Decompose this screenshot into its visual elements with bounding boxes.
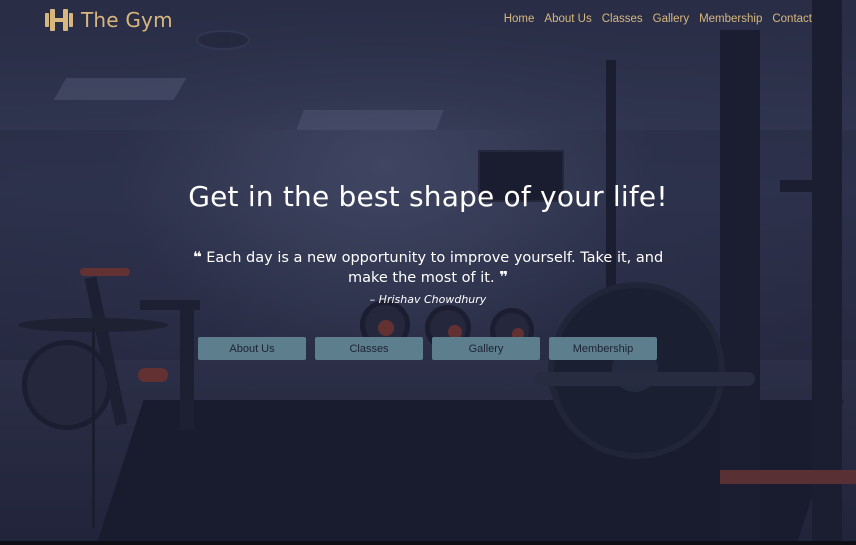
hero-button-row: About Us Classes Gallery Membership [198, 337, 657, 360]
brand-name: The Gym [81, 8, 173, 32]
nav-contact-link[interactable]: Contact [772, 13, 812, 25]
membership-button[interactable]: Membership [549, 337, 657, 360]
quote-author-name: – Hrishav Chowdhury [369, 293, 487, 306]
quote-text: Each day is a new opportunity to improve… [206, 250, 664, 286]
dumbbell-icon [45, 9, 73, 31]
site-header: The Gym Home About Us Classes Gallery Me… [0, 0, 856, 42]
nav-membership-link[interactable]: Membership [699, 13, 762, 25]
gym-homepage: The Gym Home About Us Classes Gallery Me… [0, 0, 856, 545]
brand-logo[interactable]: The Gym [44, 7, 173, 33]
quote-author: – Hrishav Chowdhury [0, 293, 856, 306]
hero-quote: ❝ Each day is a new opportunity to impro… [178, 248, 678, 288]
nav-home-link[interactable]: Home [504, 13, 535, 25]
quote-open-icon: ❝ [192, 248, 202, 266]
about-us-button[interactable]: About Us [198, 337, 306, 360]
main-nav: Home About Us Classes Gallery Membership… [504, 13, 812, 25]
nav-gallery-link[interactable]: Gallery [653, 13, 689, 25]
quote-close-icon: ❞ [499, 268, 508, 286]
classes-button[interactable]: Classes [315, 337, 423, 360]
bottom-edge [0, 541, 856, 545]
gallery-button[interactable]: Gallery [432, 337, 540, 360]
hero-title: Get in the best shape of your life! [188, 180, 668, 213]
nav-classes-link[interactable]: Classes [602, 13, 643, 25]
nav-about-link[interactable]: About Us [544, 13, 591, 25]
